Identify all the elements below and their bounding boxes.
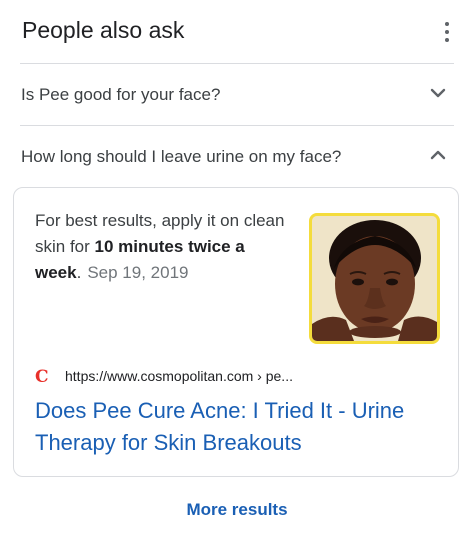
divider [20, 63, 454, 64]
people-also-ask-header: People also ask [22, 13, 460, 51]
snippet-period: . [76, 263, 82, 282]
more-options-icon[interactable] [440, 21, 454, 43]
source-link[interactable]: C https://www.cosmopolitan.com › pe... [35, 366, 445, 388]
question-text: How long should I leave urine on my face… [21, 147, 342, 166]
source-url: https://www.cosmopolitan.com › pe... [65, 368, 293, 384]
kebab-dot [445, 30, 449, 34]
result-thumbnail[interactable] [309, 213, 440, 344]
chevron-up-icon [430, 150, 446, 160]
question-item[interactable]: Is Pee good for your face? [20, 66, 454, 124]
divider [20, 125, 454, 126]
more-results-button[interactable]: More results [0, 500, 474, 520]
kebab-dot [445, 22, 449, 26]
site-favicon: C [35, 367, 49, 387]
answer-card: For best results, apply it on clean skin… [13, 187, 459, 477]
chevron-down-icon [430, 88, 446, 98]
portrait-image [312, 216, 437, 341]
kebab-dot [445, 38, 449, 42]
question-text: Is Pee good for your face? [21, 85, 221, 104]
result-title-link[interactable]: Does Pee Cure Acne: I Tried It - Urine T… [35, 395, 445, 459]
section-title: People also ask [22, 17, 185, 43]
snippet-date: Sep 19, 2019 [87, 263, 189, 282]
question-item[interactable]: How long should I leave urine on my face… [20, 128, 454, 186]
answer-snippet: For best results, apply it on clean skin… [35, 208, 297, 286]
